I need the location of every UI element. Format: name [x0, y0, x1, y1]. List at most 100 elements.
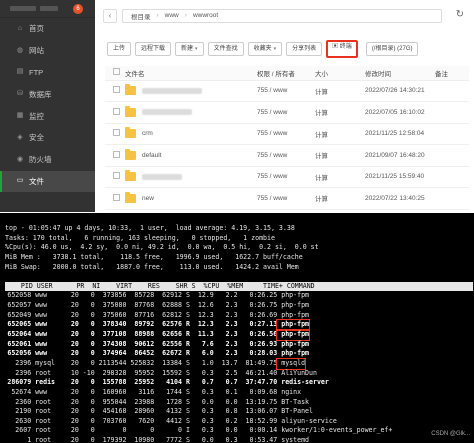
- process-time: 81:49.75: [245, 358, 278, 367]
- file-size-calc[interactable]: 计算: [315, 187, 365, 210]
- col-size[interactable]: 大小: [315, 66, 365, 81]
- file-row[interactable]: 755 / www 计算 2022/07/26 14:30:21: [105, 80, 469, 102]
- file-permission[interactable]: 755 / www: [257, 144, 315, 167]
- toolbar-button[interactable]: 远程下载: [135, 42, 172, 56]
- breadcrumb-www[interactable]: www: [165, 12, 179, 19]
- process-user: www: [35, 310, 48, 319]
- server-ip-redacted: [10, 6, 36, 11]
- file-size-calc[interactable]: 计算: [315, 101, 365, 124]
- process-shr: 0: [178, 426, 182, 435]
- notification-badge[interactable]: 6: [73, 3, 83, 14]
- process-table-header: PID USER PR NI VIRT RES SHR S %CPU %MEM …: [5, 281, 473, 292]
- file-row[interactable]: crm 755 / www 计算 2021/11/25 12:58:04: [105, 123, 469, 145]
- process-mem: 2.3: [225, 349, 238, 358]
- sidebar-item[interactable]: ▦ 监控: [0, 105, 95, 127]
- row-checkbox[interactable]: [113, 129, 120, 137]
- process-ni: 0: [90, 320, 95, 329]
- process-mem: 2.3: [225, 330, 238, 339]
- process-pid: 652057: [7, 301, 32, 310]
- toolbar-button[interactable]: 新建 ▾: [175, 42, 204, 56]
- file-size-calc[interactable]: 计算: [315, 123, 365, 145]
- back-arrow-icon[interactable]: ‹: [103, 8, 117, 23]
- file-note[interactable]: [435, 144, 469, 167]
- process-user: www: [35, 330, 48, 339]
- process-cmd: php-fpm: [281, 349, 310, 358]
- breadcrumb-root[interactable]: 根目录: [131, 11, 151, 21]
- folder-icon: ▭: [16, 177, 24, 185]
- process-ni: 0: [90, 407, 95, 416]
- file-permission[interactable]: 755 / www: [257, 101, 315, 124]
- file-note[interactable]: [435, 166, 469, 188]
- terminal[interactable]: top - 01:05:47 up 4 days, 10:33, 1 user,…: [0, 213, 474, 443]
- terminal-summary-line: MiB Mem : 3738.1 total, 118.5 free, 1996…: [5, 252, 303, 261]
- toolbar-button[interactable]: 文件查找: [207, 42, 244, 56]
- file-row[interactable]: 755 / www 计算 2022/07/05 16:10:02: [105, 101, 469, 124]
- select-all-checkbox[interactable]: [113, 68, 120, 76]
- process-cpu: 11.3: [197, 330, 214, 339]
- process-cpu: 0.7: [201, 378, 214, 387]
- process-pr: 20: [70, 436, 79, 443]
- file-name[interactable]: crm: [142, 130, 153, 137]
- process-pid: 1: [27, 436, 32, 443]
- file-name-redacted[interactable]: [142, 109, 192, 116]
- sidebar-item-label: FTP: [29, 67, 44, 77]
- row-checkbox[interactable]: [113, 193, 120, 201]
- sidebar-item[interactable]: ⛁ 数据库: [0, 83, 95, 105]
- sidebar-item-label: 文件: [29, 176, 44, 186]
- sidebar-item[interactable]: ◈ 安全: [0, 127, 95, 149]
- terminal-summary-line: Tasks: 170 total, 6 running, 163 sleepin…: [5, 233, 275, 242]
- file-size-calc[interactable]: 计算: [315, 80, 365, 102]
- process-shr: 7772: [166, 436, 182, 443]
- breadcrumb[interactable]: 根目录 › www › wwwroot: [122, 8, 442, 23]
- toolbar-button[interactable]: (/根目录) (27G): [365, 42, 419, 56]
- toolbar-button[interactable]: 上传: [107, 42, 132, 56]
- row-checkbox[interactable]: [113, 172, 120, 180]
- file-row[interactable]: 755 / www 计算 2021/11/25 15:59:40: [105, 166, 469, 188]
- process-ni: 0: [90, 378, 95, 387]
- refresh-icon[interactable]: ↻: [456, 9, 464, 20]
- col-filename[interactable]: 文件名: [125, 66, 257, 81]
- toolbar-button[interactable]: 分享列表: [286, 42, 323, 56]
- process-cmd: aliyun-service: [281, 416, 337, 425]
- sidebar-item[interactable]: ◍ 网站: [0, 40, 95, 62]
- sidebar-item[interactable]: ◉ 防火墙: [0, 149, 95, 171]
- row-checkbox[interactable]: [113, 150, 120, 158]
- file-note[interactable]: [435, 187, 469, 210]
- breadcrumb-wwwroot[interactable]: wwwroot: [193, 12, 218, 19]
- file-note[interactable]: [435, 80, 469, 102]
- process-cpu: 12.3: [197, 310, 214, 319]
- file-size-calc[interactable]: 计算: [315, 166, 365, 188]
- file-note[interactable]: [435, 101, 469, 124]
- file-note[interactable]: [435, 123, 469, 145]
- sidebar-item[interactable]: ▭ 文件: [0, 170, 95, 193]
- file-modified: 2021/11/25 12:58:04: [365, 123, 435, 145]
- col-modified[interactable]: 修改时间: [365, 66, 435, 81]
- process-shr: 1744: [166, 387, 182, 396]
- row-checkbox[interactable]: [113, 107, 120, 115]
- process-pid: 286079: [7, 378, 32, 387]
- sidebar-item[interactable]: ⌂ 首页: [0, 18, 95, 40]
- toolbar-button[interactable]: 收藏夹 ▾: [247, 42, 283, 56]
- process-ni: 0: [90, 330, 95, 339]
- process-user: www: [35, 387, 48, 396]
- process-shr: 62556: [162, 339, 182, 348]
- file-name[interactable]: default: [142, 152, 162, 159]
- process-ni: 0: [90, 301, 95, 310]
- file-row[interactable]: default 755 / www 计算 2021/09/07 16:48:20: [105, 144, 469, 167]
- process-pr: 20: [70, 320, 79, 329]
- file-row[interactable]: new 755 / www 计算 2022/07/22 13:40:25: [105, 187, 469, 210]
- file-name-redacted[interactable]: [142, 87, 202, 94]
- sidebar-item[interactable]: ▤ FTP: [0, 62, 95, 84]
- file-permission[interactable]: 755 / www: [257, 187, 315, 210]
- file-name-redacted[interactable]: [142, 173, 182, 180]
- process-mem: 2.5: [225, 368, 238, 377]
- process-shr: 62672: [162, 349, 182, 358]
- file-size-calc[interactable]: 计算: [315, 144, 365, 167]
- file-permission[interactable]: 755 / www: [257, 166, 315, 188]
- file-name[interactable]: new: [142, 195, 154, 202]
- file-permission[interactable]: 755 / www: [257, 80, 315, 102]
- process-row: 2360 root 20 0 955044 23988 1728 S 0.0 0.0 13:19.7…: [5, 398, 474, 408]
- terminal-button[interactable]: ▣ 终端: [326, 40, 358, 58]
- row-checkbox[interactable]: [113, 86, 120, 94]
- file-permission[interactable]: 755 / www: [257, 123, 315, 145]
